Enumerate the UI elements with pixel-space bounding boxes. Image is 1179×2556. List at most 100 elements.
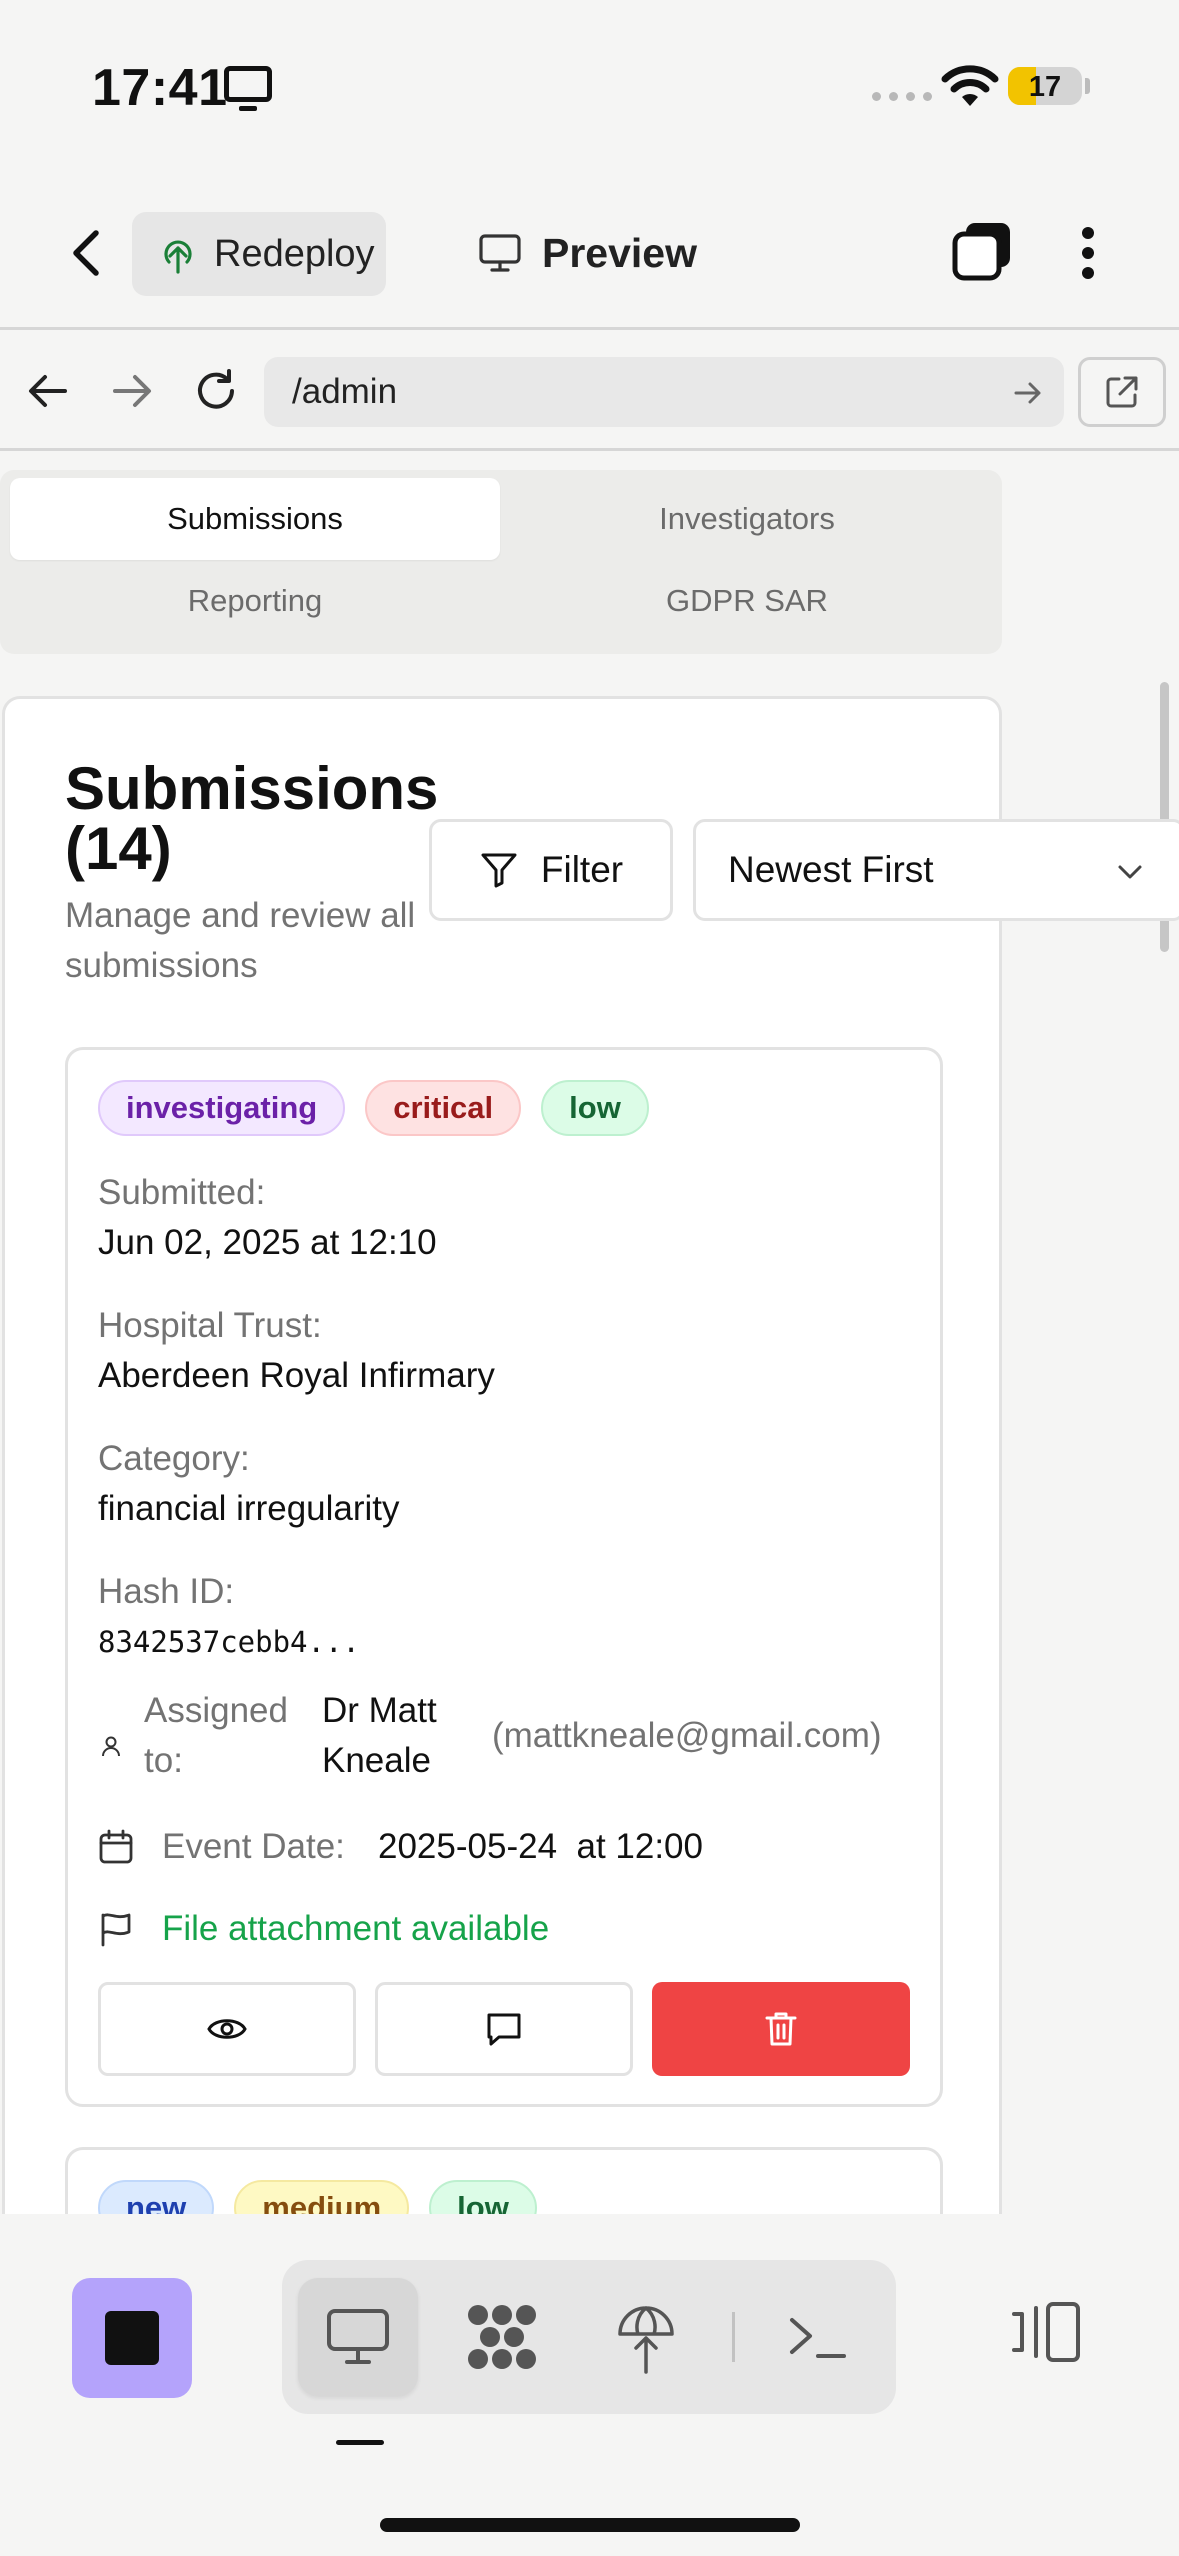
open-external-button[interactable] — [1078, 357, 1166, 427]
tab-investigators[interactable]: Investigators — [502, 478, 992, 560]
monitor-icon — [327, 2309, 389, 2364]
submitted-value: Jun 02, 2025 at 12:10 — [98, 1223, 437, 1262]
view-button[interactable] — [98, 1982, 356, 2076]
chevron-down-icon — [1118, 865, 1142, 879]
tab-gdpr-sar[interactable]: GDPR SAR — [502, 560, 992, 642]
url-text: /admin — [292, 372, 398, 411]
page-title: Submissions (14) — [65, 755, 439, 882]
filter-button[interactable]: Filter — [429, 819, 673, 921]
monitor-icon — [479, 234, 521, 272]
preview-title[interactable]: Preview — [478, 223, 697, 283]
hospital-trust-label: Hospital Trust: — [98, 1306, 322, 1345]
tool-switcher — [282, 2260, 896, 2414]
apps-tool-button[interactable] — [442, 2278, 562, 2396]
hash-id-value: 8342537cebb4... — [98, 1625, 360, 1659]
hash-id-label: Hash ID: — [98, 1572, 235, 1611]
event-date-value: 2025-05-24 at 12:00 — [378, 1827, 703, 1866]
arrow-left-icon — [29, 375, 67, 407]
screen-mirroring-icon — [224, 66, 272, 111]
battery-tip — [1085, 78, 1090, 94]
status-bar: 17:41 17 — [0, 0, 1179, 175]
assigned-name: Dr Matt Kneale — [322, 1691, 437, 1780]
admin-tabs: Submissions Investigators Reporting GDPR… — [0, 470, 1002, 654]
sort-select[interactable]: Newest First — [693, 819, 1179, 921]
cellular-signal-icon — [872, 92, 932, 101]
submissions-panel: Submissions (14) Manage and review all s… — [2, 696, 1179, 2214]
severity-badge: critical — [365, 1080, 522, 1136]
page-subtitle: Manage and review all submissions — [65, 896, 416, 985]
more-options-icon[interactable] — [1066, 223, 1110, 283]
stop-icon — [105, 2311, 159, 2365]
side-panel-icon — [1012, 2302, 1080, 2362]
hospital-trust-field: Hospital Trust: Aberdeen Royal Infirmary — [98, 1301, 495, 1401]
attachment-status: File attachment available — [162, 1909, 550, 1948]
status-time: 17:41 — [92, 59, 228, 117]
home-indicator — [380, 2518, 800, 2532]
browser-forward-button[interactable] — [104, 363, 160, 419]
trash-icon — [765, 2012, 797, 2046]
terminal-tool-button[interactable] — [758, 2278, 878, 2396]
filter-label: Filter — [540, 849, 624, 890]
tree-upload-icon — [164, 240, 192, 274]
status-badges: investigating critical low — [98, 1080, 649, 1136]
category-label: Category: — [98, 1439, 250, 1478]
browser-back-button[interactable] — [20, 363, 76, 419]
submission-card: new medium low — [65, 2147, 943, 2214]
severity-badge: medium — [234, 2180, 410, 2214]
tabs-icon[interactable] — [950, 219, 1014, 283]
status-badges: new medium low — [98, 2180, 537, 2214]
back-button[interactable] — [58, 223, 114, 283]
preview-label: Preview — [542, 229, 697, 276]
preview-tool-button[interactable] — [298, 2278, 418, 2396]
wifi-icon — [941, 65, 999, 106]
deploy-icon — [618, 2306, 674, 2374]
redeploy-button[interactable]: Redeploy — [132, 212, 386, 296]
tab-submissions[interactable]: Submissions — [10, 478, 500, 560]
external-link-icon — [1106, 376, 1138, 408]
chevron-left-icon — [73, 230, 99, 276]
status-badge: investigating — [98, 1080, 346, 1136]
deploy-tool-button[interactable] — [586, 2278, 706, 2396]
terminal-icon — [790, 2318, 846, 2358]
app-bar: Redeploy Preview — [0, 175, 1179, 330]
calendar-icon — [99, 1829, 133, 1864]
eye-icon — [207, 2019, 247, 2039]
category-field: Category: financial irregularity — [98, 1434, 400, 1534]
browser-url-bar: /admin — [0, 333, 1179, 451]
side-panel-button[interactable] — [1004, 2290, 1088, 2374]
redeploy-label: Redeploy — [214, 232, 375, 275]
hash-id-field: Hash ID: 8342537cebb4... — [98, 1567, 360, 1667]
priority-badge: low — [429, 2180, 537, 2214]
reload-icon — [198, 369, 234, 409]
event-date-label: Event Date: — [162, 1827, 345, 1866]
assigned-email: (mattkneale@gmail.com) — [492, 1716, 882, 1755]
url-input[interactable]: /admin — [264, 357, 1064, 427]
tab-reporting[interactable]: Reporting — [10, 560, 500, 642]
active-tool-indicator — [336, 2440, 384, 2445]
stop-button[interactable] — [72, 2278, 192, 2398]
comment-button[interactable] — [375, 1982, 633, 2076]
assigned-label: Assigned to: — [144, 1691, 288, 1780]
battery-icon: 17 — [1008, 67, 1082, 105]
category-value: financial irregularity — [98, 1489, 400, 1528]
apps-grid-icon — [468, 2305, 536, 2369]
user-icon — [102, 1736, 120, 1757]
toolbar-separator — [732, 2312, 735, 2362]
submitted-field: Submitted: Jun 02, 2025 at 12:10 — [98, 1168, 437, 1268]
hospital-trust-value: Aberdeen Royal Infirmary — [98, 1356, 495, 1395]
webview-content: Submissions Investigators Reporting GDPR… — [0, 454, 1179, 2214]
message-icon — [487, 2013, 521, 2046]
delete-button[interactable] — [652, 1982, 910, 2076]
submitted-label: Submitted: — [98, 1173, 266, 1212]
battery-level: 17 — [1028, 71, 1062, 103]
status-badge: new — [98, 2180, 215, 2214]
sort-value: Newest First — [728, 849, 934, 890]
arrow-right-icon — [113, 375, 151, 407]
go-arrow-icon[interactable] — [1012, 377, 1044, 409]
flag-icon — [101, 1913, 131, 1947]
filter-icon — [481, 853, 517, 888]
bottom-toolbar — [0, 2214, 1179, 2556]
submission-card: investigating critical low Submitted: Ju… — [65, 1047, 943, 2107]
priority-badge: low — [541, 1080, 649, 1136]
reload-button[interactable] — [188, 363, 244, 419]
